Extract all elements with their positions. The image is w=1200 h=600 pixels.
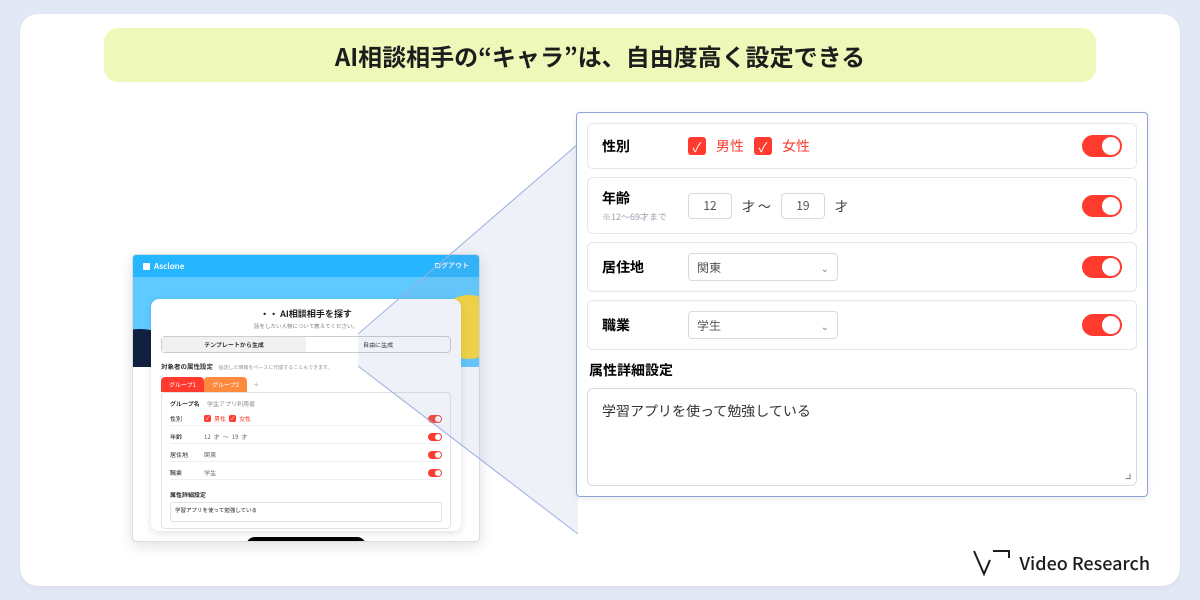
mini-detail: 属性詳細設定 学習アプリを使って勉強している (170, 490, 442, 522)
checkbox-male[interactable]: ✓ (688, 137, 706, 155)
age-from-input[interactable]: 12 (688, 193, 732, 219)
mini-group-1[interactable]: グループ1 (161, 377, 204, 392)
job-value: 学生 (697, 317, 721, 334)
mini-section-title: 対象者の属性設定 指定した情報をペースに作成することもできます。 (161, 361, 451, 371)
detail-section-title: 属性詳細設定 (589, 360, 1135, 380)
gender-label: 性別 (602, 136, 688, 156)
mini-group-2[interactable]: グループ2 (204, 377, 247, 392)
headline-text: AI相談相手の“キャラ”は、自由度高く設定できる (335, 38, 865, 73)
footer-brand: Video Research (973, 550, 1150, 576)
mini-toggle-gender[interactable] (428, 415, 442, 423)
mini-toggle-region[interactable] (428, 451, 442, 459)
job-select[interactable]: 学生 ⌄ (688, 311, 838, 339)
mini-row-job: 職業 学生 (170, 466, 442, 480)
mini-brand-text: Asclone (154, 261, 184, 272)
toggle-job[interactable] (1082, 314, 1122, 336)
mini-check-female[interactable]: ✓ (229, 415, 236, 422)
region-label: 居住地 (602, 257, 688, 277)
mini-cta-button[interactable]: AI相談相手を探す (246, 537, 366, 542)
mini-toggle-age[interactable] (428, 433, 442, 441)
mini-group-add[interactable]: ＋ (253, 380, 259, 389)
mini-title: ・・ AI相談相手を探す (161, 307, 451, 320)
male-label: 男性 (716, 136, 744, 156)
checkbox-female[interactable]: ✓ (754, 137, 772, 155)
job-label: 職業 (602, 315, 688, 335)
row-age: 年齢 ※12〜69才まで 12 才 ～ 19 才 (587, 177, 1137, 234)
toggle-region[interactable] (1082, 256, 1122, 278)
mini-header: Asclone ログアウト (133, 255, 479, 277)
mini-brand: Asclone (143, 261, 184, 272)
mini-tab-template[interactable]: テンプレートから生成 (162, 337, 306, 352)
slide-card: AI相談相手の“キャラ”は、自由度高く設定できる Asclone ログアウト ・… (20, 14, 1180, 586)
resize-handle-icon[interactable]: ⌟ (1125, 459, 1133, 483)
chevron-down-icon: ⌄ (821, 318, 829, 333)
row-job: 職業 学生 ⌄ (587, 300, 1137, 350)
row-region: 居住地 関東 ⌄ (587, 242, 1137, 292)
row-gender: 性別 ✓ 男性 ✓ 女性 (587, 123, 1137, 169)
age-unit-1: 才 ～ (742, 196, 771, 215)
mini-group-tabs: グループ1 グループ2 ＋ (161, 377, 451, 392)
zoom-panel: 性別 ✓ 男性 ✓ 女性 年齢 ※12〜69才まで 12 才 ～ 19 才 (576, 112, 1148, 497)
mini-group-name: グループ名 学生アプリ利用者 (170, 399, 442, 408)
detail-text: 学習アプリを使って勉強している (602, 401, 811, 421)
age-to-input[interactable]: 19 (781, 193, 825, 219)
mini-tab-free[interactable]: 自由に生成 (306, 337, 450, 352)
region-select[interactable]: 関東 ⌄ (688, 253, 838, 281)
app-screenshot-small: Asclone ログアウト ・・ AI相談相手を探す 話をしたい人物について教え… (132, 254, 480, 542)
mini-subtitle: 話をしたい人物について教えてください。 (161, 322, 451, 330)
vr-logo-icon (973, 550, 1011, 576)
mini-detail-textarea[interactable]: 学習アプリを使って勉強している (170, 502, 442, 522)
age-label: 年齢 ※12〜69才まで (602, 188, 688, 223)
detail-textarea[interactable]: 学習アプリを使って勉強している ⌟ (587, 388, 1137, 486)
region-value: 関東 (697, 259, 721, 276)
chevron-down-icon: ⌄ (821, 260, 829, 275)
mini-row-region: 居住地 関東 (170, 448, 442, 462)
footer-brand-text: Video Research (1019, 550, 1150, 576)
female-label: 女性 (782, 136, 810, 156)
mini-toggle-job[interactable] (428, 469, 442, 477)
age-unit-2: 才 (835, 196, 848, 215)
mini-attr-box: グループ名 学生アプリ利用者 性別 ✓ 男性 ✓ 女性 年齢 (161, 392, 451, 529)
mini-brand-icon (143, 263, 150, 270)
toggle-age[interactable] (1082, 195, 1122, 217)
mini-row-age: 年齢 12 才 ～ 19 才 (170, 430, 442, 444)
mini-row-gender: 性別 ✓ 男性 ✓ 女性 (170, 412, 442, 426)
toggle-gender[interactable] (1082, 135, 1122, 157)
headline-bar: AI相談相手の“キャラ”は、自由度高く設定できる (104, 28, 1096, 82)
mini-check-male[interactable]: ✓ (204, 415, 211, 422)
mini-tabs: テンプレートから生成 自由に生成 (161, 336, 451, 353)
mini-panel: ・・ AI相談相手を探す 話をしたい人物について教えてください。 テンプレートか… (151, 299, 461, 531)
mini-logout[interactable]: ログアウト (434, 261, 469, 271)
